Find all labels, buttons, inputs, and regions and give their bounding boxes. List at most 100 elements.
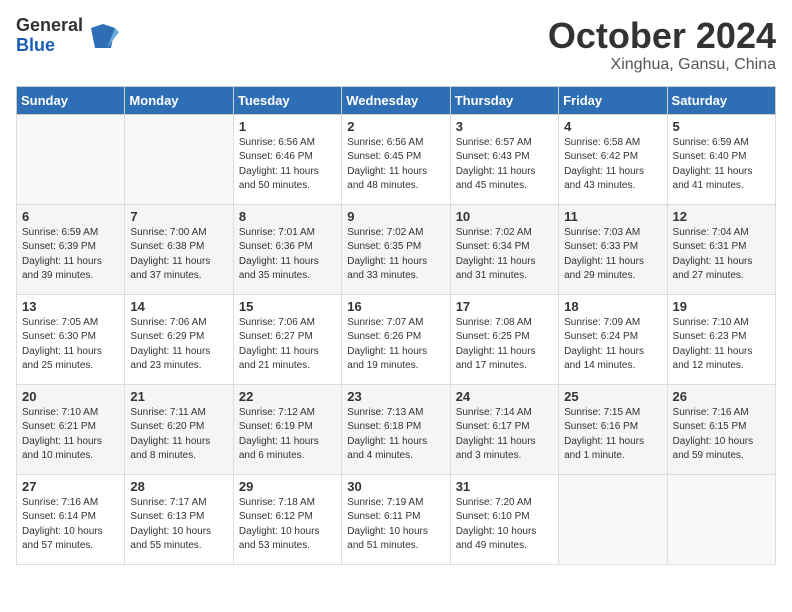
calendar-table: SundayMondayTuesdayWednesdayThursdayFrid… (16, 86, 776, 565)
day-number: 13 (22, 299, 119, 314)
calendar-cell: 16 Sunrise: 7:07 AMSunset: 6:26 PMDayligh… (342, 294, 450, 384)
logo: General Blue (16, 16, 119, 56)
day-info: Sunrise: 7:16 AMSunset: 6:15 PMDaylight:… (673, 406, 770, 464)
week-row-2: 6 Sunrise: 6:59 AMSunset: 6:39 PMDaylight… (17, 204, 776, 294)
page-header: General Blue October 2024 Xinghua, Gansu… (16, 16, 776, 74)
day-number: 29 (239, 479, 336, 494)
day-info: Sunrise: 7:07 AMSunset: 6:26 PMDaylight:… (347, 316, 444, 374)
location: Xinghua, Gansu, China (548, 56, 776, 74)
weekday-header-friday: Friday (559, 86, 667, 114)
calendar-cell: 14Sunrise: 7:06 AMSunset: 6:29 PMDayligh… (125, 294, 233, 384)
weekday-header-tuesday: Tuesday (233, 86, 341, 114)
day-info: Sunrise: 7:03 AMSunset: 6:33 PMDaylight:… (564, 226, 661, 284)
calendar-cell: 21 Sunrise: 7:11 AMSunset: 6:20 PMDayligh… (125, 384, 233, 474)
weekday-header-thursday: Thursday (450, 86, 558, 114)
day-info: Sunrise: 7:04 AMSunset: 6:31 PMDaylight:… (673, 226, 770, 284)
day-info: Sunrise: 7:14 AMSunset: 6:17 PMDaylight:… (456, 406, 553, 464)
day-info: Sunrise: 6:59 AMSunset: 6:40 PMDaylight:… (673, 136, 770, 194)
day-number: 9 (347, 209, 444, 224)
calendar-cell: 9 Sunrise: 7:02 AMSunset: 6:35 PMDaylight… (342, 204, 450, 294)
day-info: Sunrise: 7:15 AMSunset: 6:16 PMDaylight:… (564, 406, 661, 464)
day-info: Sunrise: 7:11 AMSunset: 6:20 PMDaylight:… (130, 406, 227, 464)
day-number: 3 (456, 119, 553, 134)
day-number: 7 (130, 209, 227, 224)
logo-icon (87, 20, 119, 52)
day-info: Sunrise: 6:58 AMSunset: 6:42 PMDaylight:… (564, 136, 661, 194)
day-number: 19 (673, 299, 770, 314)
day-number: 16 (347, 299, 444, 314)
calendar-cell: 28Sunrise: 7:17 AMSunset: 6:13 PMDayligh… (125, 474, 233, 564)
day-number: 22 (239, 389, 336, 404)
title-area: October 2024 Xinghua, Gansu, China (548, 16, 776, 74)
calendar-cell: 20Sunrise: 7:10 AMSunset: 6:21 PMDayligh… (17, 384, 125, 474)
calendar-cell: 6 Sunrise: 6:59 AMSunset: 6:39 PMDaylight… (17, 204, 125, 294)
day-number: 26 (673, 389, 770, 404)
day-number: 4 (564, 119, 661, 134)
calendar-cell: 15 Sunrise: 7:06 AMSunset: 6:27 PMDayligh… (233, 294, 341, 384)
day-number: 21 (130, 389, 227, 404)
day-number: 24 (456, 389, 553, 404)
day-info: Sunrise: 7:05 AMSunset: 6:30 PMDaylight:… (22, 316, 119, 374)
day-info: Sunrise: 7:01 AMSunset: 6:36 PMDaylight:… (239, 226, 336, 284)
calendar-cell: 2Sunrise: 6:56 AMSunset: 6:45 PMDaylight… (342, 114, 450, 204)
day-info: Sunrise: 7:13 AMSunset: 6:18 PMDaylight:… (347, 406, 444, 464)
calendar-cell: 8 Sunrise: 7:01 AMSunset: 6:36 PMDaylight… (233, 204, 341, 294)
day-number: 28 (130, 479, 227, 494)
calendar-cell: 29 Sunrise: 7:18 AMSunset: 6:12 PMDayligh… (233, 474, 341, 564)
calendar-cell: 27 Sunrise: 7:16 AMSunset: 6:14 PMDayligh… (17, 474, 125, 564)
calendar-cell: 26 Sunrise: 7:16 AMSunset: 6:15 PMDayligh… (667, 384, 775, 474)
day-number: 23 (347, 389, 444, 404)
day-number: 20 (22, 389, 119, 404)
calendar-cell: 12 Sunrise: 7:04 AMSunset: 6:31 PMDayligh… (667, 204, 775, 294)
day-number: 15 (239, 299, 336, 314)
week-row-3: 13 Sunrise: 7:05 AMSunset: 6:30 PMDayligh… (17, 294, 776, 384)
calendar-cell: 13 Sunrise: 7:05 AMSunset: 6:30 PMDayligh… (17, 294, 125, 384)
day-number: 10 (456, 209, 553, 224)
calendar-cell (125, 114, 233, 204)
day-info: Sunrise: 6:56 AMSunset: 6:45 PMDaylight:… (347, 136, 444, 194)
calendar-cell: 24 Sunrise: 7:14 AMSunset: 6:17 PMDayligh… (450, 384, 558, 474)
day-number: 27 (22, 479, 119, 494)
day-info: Sunrise: 7:06 AMSunset: 6:27 PMDaylight:… (239, 316, 336, 374)
calendar-cell (667, 474, 775, 564)
weekday-header-saturday: Saturday (667, 86, 775, 114)
day-info: Sunrise: 7:09 AMSunset: 6:24 PMDaylight:… (564, 316, 661, 374)
logo-blue: Blue (16, 35, 55, 55)
calendar-cell (559, 474, 667, 564)
day-info: Sunrise: 7:16 AMSunset: 6:14 PMDaylight:… (22, 496, 119, 554)
day-number: 12 (673, 209, 770, 224)
day-info: Sunrise: 7:20 AMSunset: 6:10 PMDaylight:… (456, 496, 553, 554)
weekday-header-monday: Monday (125, 86, 233, 114)
calendar-cell: 1 Sunrise: 6:56 AMSunset: 6:46 PMDaylight… (233, 114, 341, 204)
week-row-5: 27 Sunrise: 7:16 AMSunset: 6:14 PMDayligh… (17, 474, 776, 564)
calendar-cell (17, 114, 125, 204)
day-info: Sunrise: 6:59 AMSunset: 6:39 PMDaylight:… (22, 226, 119, 284)
day-info: Sunrise: 7:18 AMSunset: 6:12 PMDaylight:… (239, 496, 336, 554)
day-info: Sunrise: 7:08 AMSunset: 6:25 PMDaylight:… (456, 316, 553, 374)
day-number: 17 (456, 299, 553, 314)
weekday-header-row: SundayMondayTuesdayWednesdayThursdayFrid… (17, 86, 776, 114)
day-number: 14 (130, 299, 227, 314)
month-title: October 2024 (548, 16, 776, 56)
day-number: 11 (564, 209, 661, 224)
day-number: 6 (22, 209, 119, 224)
calendar-cell: 19 Sunrise: 7:10 AMSunset: 6:23 PMDayligh… (667, 294, 775, 384)
calendar-cell: 4 Sunrise: 6:58 AMSunset: 6:42 PMDaylight… (559, 114, 667, 204)
day-info: Sunrise: 7:02 AMSunset: 6:35 PMDaylight:… (347, 226, 444, 284)
calendar-cell: 31Sunrise: 7:20 AMSunset: 6:10 PMDayligh… (450, 474, 558, 564)
calendar-cell: 3 Sunrise: 6:57 AMSunset: 6:43 PMDaylight… (450, 114, 558, 204)
calendar-cell: 11 Sunrise: 7:03 AMSunset: 6:33 PMDayligh… (559, 204, 667, 294)
day-info: Sunrise: 7:19 AMSunset: 6:11 PMDaylight:… (347, 496, 444, 554)
calendar-cell: 22 Sunrise: 7:12 AMSunset: 6:19 PMDayligh… (233, 384, 341, 474)
day-number: 1 (239, 119, 336, 134)
day-number: 25 (564, 389, 661, 404)
week-row-1: 1 Sunrise: 6:56 AMSunset: 6:46 PMDaylight… (17, 114, 776, 204)
day-number: 8 (239, 209, 336, 224)
day-number: 30 (347, 479, 444, 494)
day-info: Sunrise: 6:56 AMSunset: 6:46 PMDaylight:… (239, 136, 336, 194)
calendar-cell: 17 Sunrise: 7:08 AMSunset: 6:25 PMDayligh… (450, 294, 558, 384)
day-info: Sunrise: 7:12 AMSunset: 6:19 PMDaylight:… (239, 406, 336, 464)
day-info: Sunrise: 6:57 AMSunset: 6:43 PMDaylight:… (456, 136, 553, 194)
day-info: Sunrise: 7:00 AMSunset: 6:38 PMDaylight:… (130, 226, 227, 284)
day-info: Sunrise: 7:10 AMSunset: 6:23 PMDaylight:… (673, 316, 770, 374)
